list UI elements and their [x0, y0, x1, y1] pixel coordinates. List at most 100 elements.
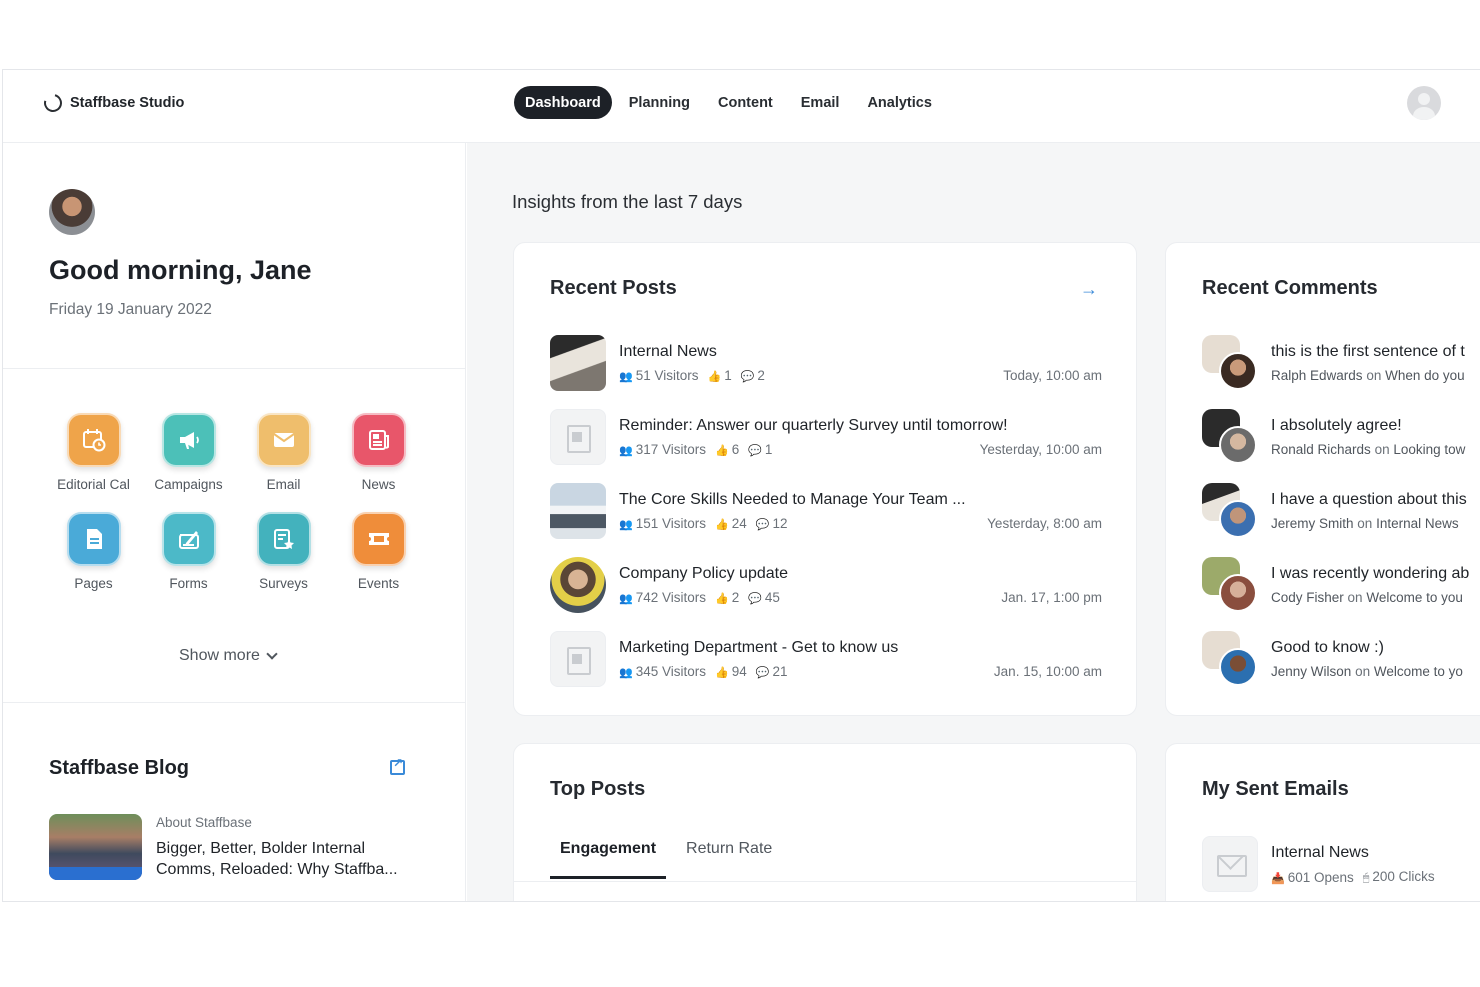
- app-news[interactable]: News: [331, 413, 426, 492]
- comment-icon: 💬: [755, 667, 770, 679]
- top-posts-title: Top Posts: [550, 778, 646, 800]
- tab-return-rate[interactable]: Return Rate: [676, 840, 782, 879]
- app-events[interactable]: Events: [331, 512, 426, 591]
- comment-item[interactable]: I was recently wondering ab Cody Fisher …: [1202, 557, 1480, 613]
- comment-count: 12: [772, 516, 788, 531]
- main-content: Insights from the last 7 days Recent Pos…: [467, 143, 1480, 901]
- nav-tab-dashboard[interactable]: Dashboard: [514, 86, 612, 119]
- users-icon: 👥: [619, 445, 633, 457]
- post-title: Reminder: Answer our quarterly Survey un…: [619, 417, 1008, 434]
- post-stats: 👥 151 Visitors 👍 24 💬 12: [619, 516, 787, 531]
- greeting-title: Good morning, Jane: [49, 255, 312, 285]
- arrow-right-icon[interactable]: →: [1080, 279, 1098, 300]
- comment-text: Good to know :): [1271, 639, 1384, 656]
- comment-target: Looking tow: [1393, 442, 1466, 457]
- show-more-button[interactable]: Show more: [179, 647, 278, 665]
- comment-item[interactable]: this is the first sentence of t Ralph Ed…: [1202, 335, 1480, 391]
- blog-title: Staffbase Blog: [49, 757, 190, 779]
- post-time: Yesterday, 10:00 am: [979, 442, 1102, 457]
- sent-emails-card: My Sent Emails Internal News 📥 601 Opens …: [1165, 743, 1480, 901]
- nav-tab-content[interactable]: Content: [707, 86, 784, 119]
- like-count: 2: [731, 590, 740, 605]
- comment-count: 1: [764, 442, 773, 457]
- post-item[interactable]: Internal News 👥 51 Visitors 👍 1 💬 2 Today, …: [550, 335, 1102, 391]
- user-avatar-button[interactable]: [1407, 86, 1441, 120]
- app-label: Editorial Cal: [57, 477, 130, 492]
- sent-emails-title: My Sent Emails: [1202, 778, 1349, 800]
- comment-target: Welcome to yo: [1373, 664, 1463, 679]
- like-count: 6: [731, 442, 740, 457]
- comment-target: When do you: [1385, 368, 1465, 383]
- app-email[interactable]: Email: [236, 413, 331, 492]
- on-label: on: [1357, 516, 1373, 531]
- users-icon: 👥: [619, 667, 633, 679]
- like-count: 1: [724, 368, 732, 383]
- newspaper-icon: [351, 413, 406, 467]
- app-campaigns[interactable]: Campaigns: [141, 413, 236, 492]
- post-thumbnail: [550, 335, 606, 391]
- brand[interactable]: Staffbase Studio: [40, 90, 184, 116]
- tab-engagement[interactable]: Engagement: [550, 840, 667, 879]
- email-stats: 📥 601 Opens 🖱 200 Clicks: [1271, 869, 1435, 885]
- app-label: Pages: [74, 576, 113, 591]
- divider: [3, 368, 466, 369]
- comment-author: Ralph Edwards: [1271, 368, 1363, 383]
- external-link-icon[interactable]: [390, 756, 405, 775]
- post-stats: 👥 51 Visitors 👍 1 💬 2: [619, 368, 765, 383]
- nav-tab-email[interactable]: Email: [790, 86, 851, 119]
- avatar: [1219, 648, 1257, 686]
- app-forms[interactable]: Forms: [141, 512, 236, 591]
- post-stats: 👥 317 Visitors 👍 6 💬 1: [619, 442, 772, 457]
- comment-meta: Jenny Wilson on Welcome to yo: [1271, 664, 1463, 679]
- visitor-count: 742 Visitors: [635, 590, 706, 605]
- recent-comments-title: Recent Comments: [1202, 277, 1378, 299]
- left-panel: Good morning, Jane Friday 19 January 202…: [3, 143, 466, 901]
- comment-icon: 💬: [740, 371, 755, 383]
- post-item[interactable]: Reminder: Answer our quarterly Survey un…: [550, 409, 1102, 465]
- comment-item[interactable]: I absolutely agree! Ronald Richards on L…: [1202, 409, 1480, 465]
- clicks-count: 200 Clicks: [1372, 869, 1435, 884]
- comment-item[interactable]: Good to know :) Jenny Wilson on Welcome …: [1202, 631, 1480, 687]
- app-launcher-grid: Editorial Cal Campaigns Email News Pages…: [46, 413, 416, 591]
- post-time: Jan. 17, 1:00 pm: [1001, 590, 1102, 605]
- comment-item[interactable]: I have a question about this Jeremy Smit…: [1202, 483, 1480, 539]
- news-placeholder-icon: [550, 631, 606, 687]
- show-more-label: Show more: [179, 647, 260, 664]
- blog-thumbnail[interactable]: [49, 814, 142, 880]
- comment-meta: Jeremy Smith on Internal News: [1271, 516, 1459, 531]
- post-title: Marketing Department - Get to know us: [619, 639, 899, 656]
- avatar: [1219, 352, 1257, 390]
- greeting-date: Friday 19 January 2022: [49, 301, 212, 318]
- users-icon: 👥: [619, 371, 633, 383]
- post-item[interactable]: Marketing Department - Get to know us 👥 3…: [550, 631, 1102, 687]
- blog-headline[interactable]: Bigger, Better, Bolder Internal Comms, R…: [156, 838, 426, 880]
- megaphone-icon: [161, 413, 216, 467]
- email-title[interactable]: Internal News: [1271, 844, 1369, 862]
- nav-tab-analytics[interactable]: Analytics: [856, 86, 942, 119]
- comment-author: Cody Fisher: [1271, 590, 1344, 605]
- app-pages[interactable]: Pages: [46, 512, 141, 591]
- app-editorial-cal[interactable]: Editorial Cal: [46, 413, 141, 492]
- news-placeholder-icon: [550, 409, 606, 465]
- like-count: 24: [731, 516, 747, 531]
- app-surveys[interactable]: Surveys: [236, 512, 331, 591]
- app-window: Staffbase Studio Dashboard Planning Cont…: [2, 69, 1480, 902]
- thumbs-up-icon: 👍: [715, 593, 729, 605]
- ticket-icon: [351, 512, 406, 566]
- nav-tab-planning[interactable]: Planning: [618, 86, 701, 119]
- comment-count: 45: [764, 590, 780, 605]
- post-item[interactable]: The Core Skills Needed to Manage Your Te…: [550, 483, 1102, 539]
- visitor-count: 345 Visitors: [635, 664, 706, 679]
- divider: [3, 702, 466, 703]
- post-item[interactable]: Company Policy update 👥 742 Visitors 👍 2 💬…: [550, 557, 1102, 613]
- comment-meta: Cody Fisher on Welcome to you: [1271, 590, 1463, 605]
- click-icon: 🖱: [1362, 872, 1370, 884]
- top-posts-card: Top Posts Engagement Return Rate: [513, 743, 1137, 901]
- like-count: 94: [731, 664, 747, 679]
- user-avatar: [49, 189, 95, 235]
- on-label: on: [1366, 368, 1382, 383]
- post-stats: 👥 742 Visitors 👍 2 💬 45: [619, 590, 780, 605]
- app-label: News: [361, 477, 396, 492]
- envelope-icon: [256, 413, 311, 467]
- avatar: [1219, 574, 1257, 612]
